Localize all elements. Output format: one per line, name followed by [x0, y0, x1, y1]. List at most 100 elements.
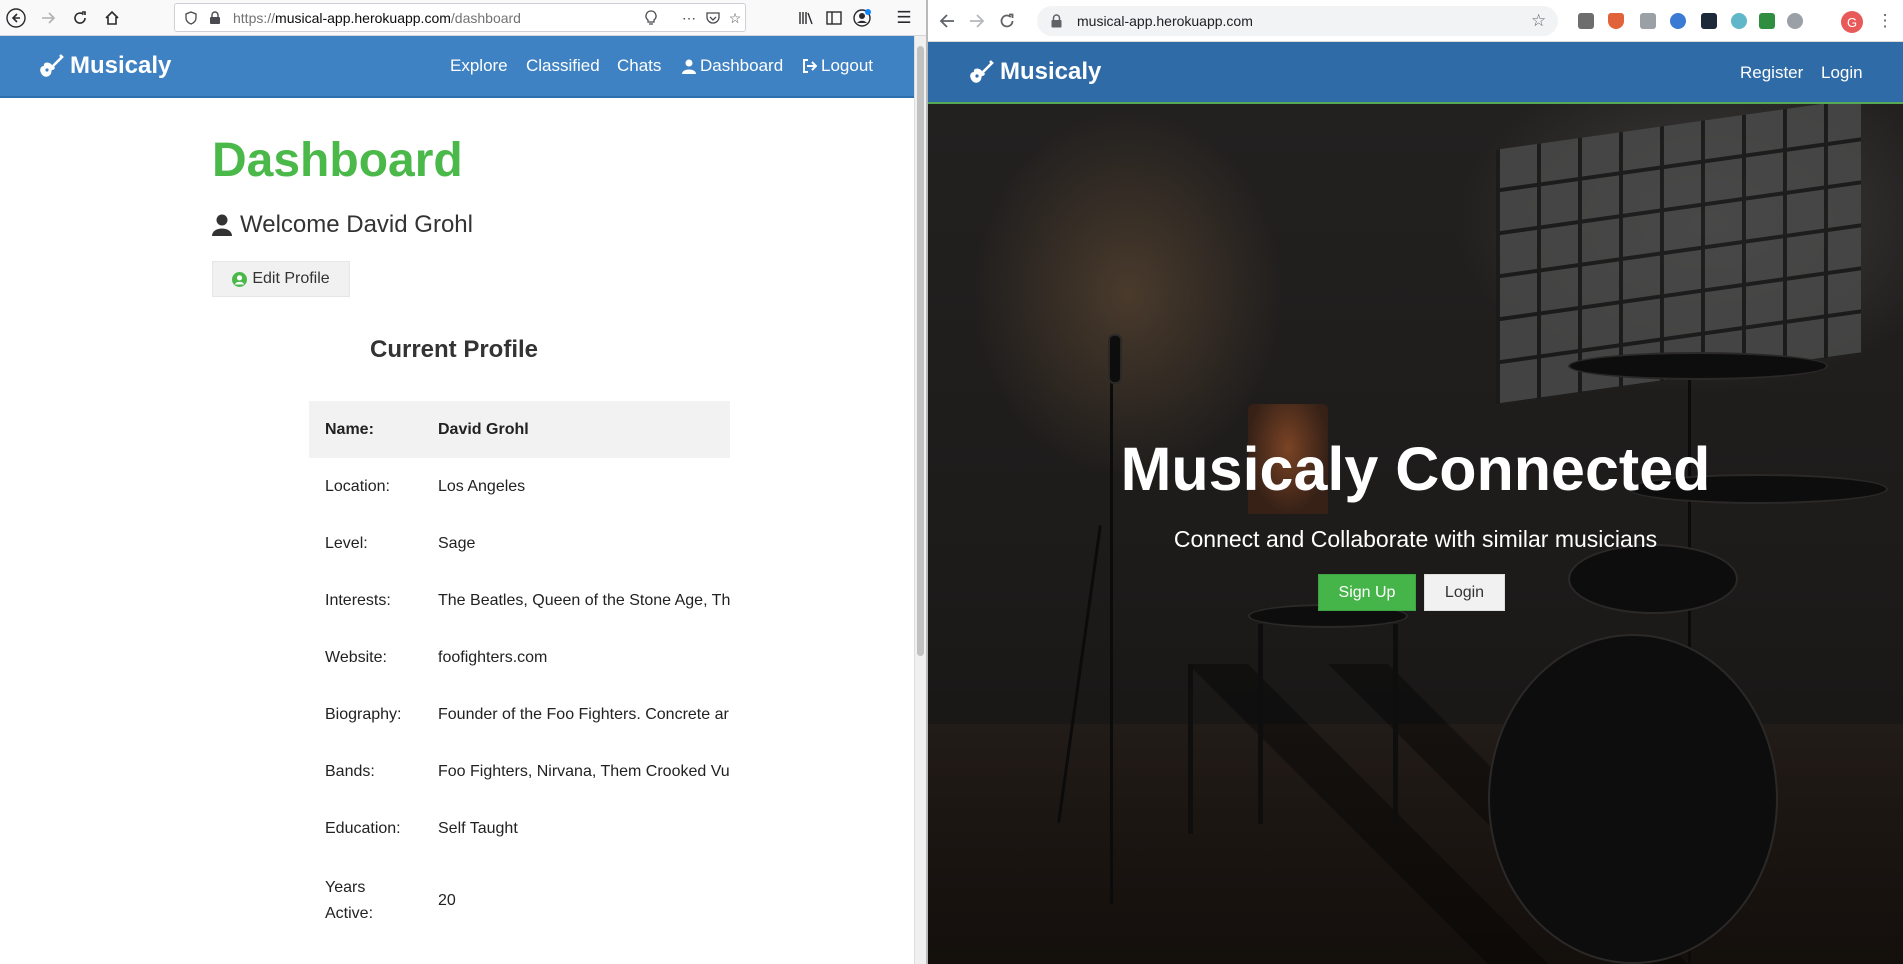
logout-icon — [803, 59, 817, 73]
table-row: Years Active: 20 — [309, 857, 730, 944]
menu-icon[interactable]: ⋮ — [1874, 10, 1896, 32]
welcome-heading: Welcome David Grohl — [212, 211, 473, 239]
scrollbar-thumb[interactable] — [917, 46, 924, 656]
omnibox[interactable]: musical-app.herokuapp.com ☆ — [1037, 6, 1558, 36]
row-label: Name: — [325, 420, 374, 438]
row-label: Location: — [325, 477, 390, 495]
star-icon[interactable]: ☆ — [1531, 11, 1546, 31]
edit-profile-button[interactable]: Edit Profile — [212, 261, 350, 297]
url-bar[interactable]: https://musical-app.herokuapp.com/dashbo… — [174, 3, 746, 32]
user-icon — [682, 59, 696, 74]
welcome-text: Welcome David Grohl — [240, 211, 473, 238]
chrome-toolbar: musical-app.herokuapp.com ☆ G ⋮ — [928, 0, 1903, 42]
nav-logout-label: Logout — [821, 56, 873, 75]
lock-icon[interactable] — [205, 8, 225, 28]
microphone — [1108, 334, 1122, 384]
back-icon[interactable] — [936, 10, 958, 32]
back-icon[interactable] — [2, 4, 30, 32]
row-label: Education: — [325, 819, 401, 837]
chrome-window: musical-app.herokuapp.com ☆ G ⋮ Musicaly… — [928, 0, 1903, 964]
star-icon[interactable]: ☆ — [725, 8, 745, 28]
sidebar-icon[interactable] — [820, 4, 848, 32]
row-value: foofighters.com — [438, 648, 548, 666]
menu-icon[interactable]: ☰ — [890, 4, 918, 32]
tom-drum — [1568, 544, 1738, 614]
nav-explore[interactable]: Explore — [450, 56, 508, 76]
extension-grey-icon[interactable] — [1787, 13, 1803, 29]
nav-logout[interactable]: Logout — [802, 56, 873, 76]
brand-name: Musicaly — [70, 52, 172, 79]
hero-title: Musicaly Connected — [1120, 435, 1711, 503]
row-value: Los Angeles — [438, 477, 526, 495]
brand-name: Musicaly — [1000, 58, 1102, 85]
table-row: Level: Sage — [309, 515, 730, 572]
row-value: The Beatles, Queen of the Stone Age, Th — [438, 591, 730, 609]
row-value: Founder of the Foo Fighters. Concrete ar — [438, 705, 729, 723]
row-label: Interests: — [325, 591, 391, 609]
mic-stand — [1110, 344, 1113, 904]
profile-table: Name: David Grohl Location: Los Angeles … — [309, 401, 730, 944]
nav-chats[interactable]: Chats — [617, 56, 661, 76]
row-label: Years Active: — [325, 878, 374, 922]
row-label: Level: — [325, 534, 368, 552]
brand-logo[interactable]: Musicaly — [968, 58, 1101, 86]
table-row: Website: foofighters.com — [309, 629, 730, 686]
extension-dropper-icon[interactable] — [1578, 13, 1594, 29]
signup-button[interactable]: Sign Up — [1318, 574, 1416, 611]
site-navbar: Musicaly Explore Classified Chats Dashbo… — [0, 36, 914, 98]
hero-subtitle: Connect and Collaborate with similar mus… — [1173, 526, 1658, 552]
table-row: Bands: Foo Fighters, Nirvana, Them Crook… — [309, 743, 730, 800]
nav-login[interactable]: Login — [1821, 63, 1863, 83]
lightbulb-icon[interactable] — [641, 8, 661, 28]
brand-logo[interactable]: Musicaly — [38, 52, 171, 80]
extension-teal-icon[interactable] — [1731, 13, 1747, 29]
guitar-icon — [40, 54, 64, 77]
nav-dashboard[interactable]: Dashboard — [682, 56, 783, 76]
forward-icon[interactable] — [34, 4, 62, 32]
guitar-icon — [970, 60, 994, 83]
row-value: Self Taught — [438, 819, 518, 837]
home-icon[interactable] — [98, 4, 126, 32]
row-label: Biography: — [325, 705, 402, 723]
chair-leg — [1393, 624, 1398, 824]
chair-leg — [1188, 664, 1193, 834]
reload-icon[interactable] — [66, 4, 94, 32]
user-circle-icon — [232, 271, 248, 287]
shield-icon[interactable] — [181, 8, 201, 28]
extension-box-icon[interactable] — [1640, 13, 1656, 29]
reload-icon[interactable] — [996, 10, 1018, 32]
page-title: Dashboard — [212, 134, 463, 187]
lock-icon — [1051, 14, 1062, 28]
nav-dashboard-label: Dashboard — [700, 56, 784, 75]
row-value: David Grohl — [438, 420, 529, 438]
row-value: 20 — [438, 891, 456, 909]
extension-brave-icon[interactable] — [1608, 13, 1624, 29]
extension-react-icon[interactable] — [1701, 13, 1717, 29]
nav-classified[interactable]: Classified — [526, 56, 600, 76]
extension-green-icon[interactable] — [1759, 13, 1775, 29]
library-icon[interactable] — [792, 4, 820, 32]
login-button[interactable]: Login — [1424, 574, 1505, 611]
extension-blue-icon[interactable] — [1670, 13, 1686, 29]
user-icon — [212, 214, 232, 236]
scrollbar[interactable] — [914, 36, 926, 964]
firefox-window: https://musical-app.herokuapp.com/dashbo… — [0, 0, 926, 964]
chair-leg — [1258, 624, 1263, 824]
firefox-toolbar: https://musical-app.herokuapp.com/dashbo… — [0, 0, 926, 36]
url-text[interactable]: https://musical-app.herokuapp.com/dashbo… — [233, 10, 521, 26]
row-value: Foo Fighters, Nirvana, Them Crooked Vu — [438, 762, 730, 780]
table-row: Interests: The Beatles, Queen of the Sto… — [309, 572, 730, 629]
table-row: Education: Self Taught — [309, 800, 730, 857]
url-text[interactable]: musical-app.herokuapp.com — [1077, 13, 1253, 29]
site-navbar: Musicaly Register Login — [928, 42, 1903, 104]
table-row: Name: David Grohl — [309, 401, 730, 458]
account-icon[interactable] — [848, 4, 876, 32]
nav-register[interactable]: Register — [1740, 63, 1803, 83]
cymbal — [1568, 352, 1828, 380]
row-label: Bands: — [325, 762, 375, 780]
more-icon[interactable]: ⋯ — [679, 8, 699, 28]
pocket-icon[interactable] — [703, 8, 723, 28]
avatar[interactable]: G — [1841, 11, 1863, 33]
bass-drum — [1488, 634, 1778, 964]
forward-icon[interactable] — [966, 10, 988, 32]
